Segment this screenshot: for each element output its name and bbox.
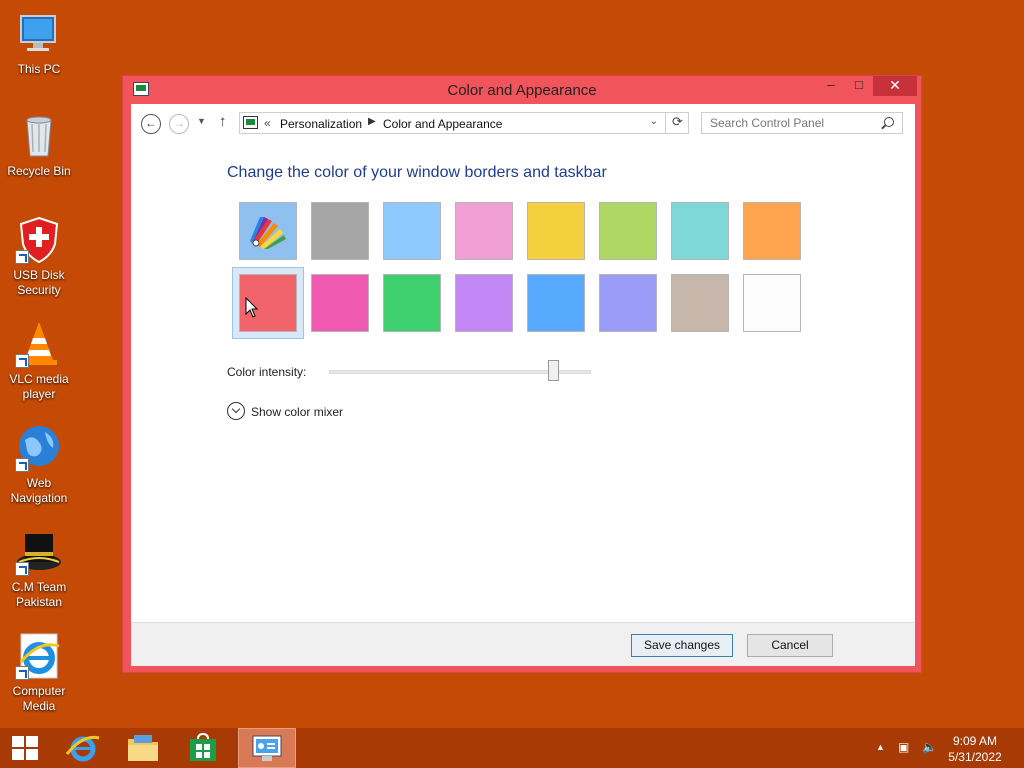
control-panel-icon [243, 116, 258, 129]
swatch-orange[interactable] [743, 202, 801, 260]
desktop-icon-usb-disk-security[interactable]: USB Disk Security [2, 216, 76, 298]
address-bar[interactable]: « Personalization ▶ Color and Appearance… [239, 112, 689, 134]
cm-hat-icon [15, 528, 63, 576]
shortcut-arrow-icon [15, 250, 29, 264]
mouse-pointer-icon [245, 297, 259, 318]
swatch-green[interactable] [383, 274, 441, 332]
search-placeholder: Search Control Panel [710, 116, 825, 130]
control-panel-icon [252, 735, 282, 761]
color-intensity-slider-thumb[interactable] [548, 360, 559, 381]
swatch-gray[interactable] [311, 202, 369, 260]
recycle-bin-icon [15, 112, 63, 160]
window-titlebar[interactable]: Color and Appearance – □ ✕ [123, 76, 921, 104]
volume-muted-icon[interactable]: 🔈 [922, 740, 937, 754]
cancel-button[interactable]: Cancel [747, 634, 833, 657]
shield-icon [15, 216, 63, 264]
swatch-automatic[interactable] [239, 202, 297, 260]
taskbar-store[interactable] [174, 728, 232, 768]
breadcrumb-overflow[interactable]: « [264, 116, 271, 130]
taskbar: ▲ ▣ 🔈 9:09 AM 5/31/2022 [0, 728, 1024, 768]
shortcut-arrow-icon [15, 354, 29, 368]
save-changes-button[interactable]: Save changes [631, 634, 733, 657]
recent-locations-dropdown[interactable]: ▼ [197, 116, 206, 126]
minimize-button[interactable]: – [817, 76, 845, 96]
window-title: Color and Appearance [447, 82, 597, 99]
dialog-footer: Save changes Cancel [131, 622, 915, 666]
desktop-icon-recycle-bin[interactable]: Recycle Bin [2, 112, 76, 179]
desktop-icon-cm-team[interactable]: C.M Team Pakistan [2, 528, 76, 610]
color-palette-icon [250, 217, 286, 249]
system-clock[interactable]: 9:09 AM 5/31/2022 [940, 733, 1010, 765]
internet-explorer-icon [65, 735, 100, 762]
search-icon[interactable] [884, 117, 894, 127]
internet-explorer-icon [15, 632, 63, 680]
desktop-icon-web-navigation[interactable]: Web Navigation [2, 424, 76, 506]
windows-logo-icon [12, 736, 38, 760]
search-input[interactable]: Search Control Panel [701, 112, 903, 134]
swatch-blue[interactable] [527, 274, 585, 332]
taskbar-control-panel-active[interactable] [238, 728, 296, 768]
clock-date: 5/31/2022 [948, 750, 1002, 764]
swatch-magenta[interactable] [311, 274, 369, 332]
swatch-light-blue[interactable] [383, 202, 441, 260]
up-button[interactable]: ↑ [219, 113, 227, 130]
desktop-icon-vlc[interactable]: VLC media player [2, 320, 76, 402]
breadcrumb-color-appearance[interactable]: Color and Appearance [383, 117, 502, 131]
swatch-teal[interactable] [671, 202, 729, 260]
shortcut-arrow-icon [15, 458, 29, 472]
swatch-taupe[interactable] [671, 274, 729, 332]
swatch-purple[interactable] [455, 274, 513, 332]
back-button[interactable]: ← [141, 114, 161, 134]
globe-icon [15, 424, 63, 472]
clock-time: 9:09 AM [952, 734, 998, 748]
maximize-button[interactable]: □ [845, 76, 873, 96]
forward-button[interactable]: → [169, 114, 189, 134]
main-content: Change the color of your window borders … [131, 146, 915, 622]
chevron-down-icon[interactable] [227, 402, 245, 420]
show-hidden-icons-icon[interactable]: ▲ [876, 742, 885, 752]
network-icon[interactable]: ▣ [898, 740, 909, 754]
swatch-periwinkle[interactable] [599, 274, 657, 332]
desktop-icon-this-pc[interactable]: This PC [2, 10, 76, 77]
store-icon [190, 733, 216, 761]
swatch-red-selected[interactable] [239, 274, 297, 332]
color-appearance-window: Color and Appearance – □ ✕ ← → ▼ ↑ « Per… [122, 75, 922, 673]
shortcut-arrow-icon [15, 666, 29, 680]
color-intensity-label: Color intensity: [227, 365, 307, 379]
swatch-white[interactable] [743, 274, 801, 332]
show-color-mixer-label[interactable]: Show color mixer [251, 405, 343, 419]
start-button[interactable] [0, 728, 58, 768]
computer-icon [15, 10, 63, 58]
shortcut-arrow-icon [15, 562, 29, 576]
navigation-bar: ← → ▼ ↑ « Personalization ▶ Color and Ap… [131, 104, 915, 146]
close-button[interactable]: ✕ [873, 76, 917, 96]
vlc-cone-icon [15, 320, 63, 368]
taskbar-internet-explorer[interactable] [54, 728, 112, 768]
swatch-pink[interactable] [455, 202, 513, 260]
breadcrumb-personalization[interactable]: Personalization [280, 117, 362, 131]
address-dropdown-icon[interactable]: ⌄ [650, 116, 658, 127]
swatch-lime[interactable] [599, 202, 657, 260]
page-heading: Change the color of your window borders … [227, 164, 607, 181]
refresh-button[interactable]: ⟳ [665, 112, 689, 134]
breadcrumb-separator-icon[interactable]: ▶ [368, 116, 376, 127]
desktop-icon-computer-media[interactable]: Computer Media [2, 632, 76, 714]
swatch-yellow[interactable] [527, 202, 585, 260]
folder-icon [128, 735, 158, 761]
taskbar-file-explorer[interactable] [114, 728, 172, 768]
